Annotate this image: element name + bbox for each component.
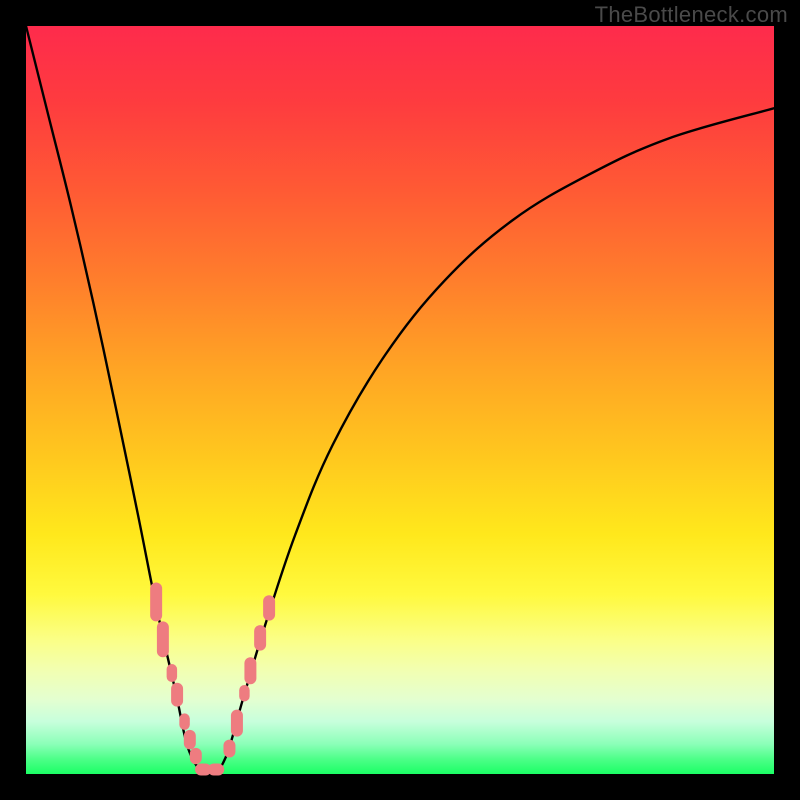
- data-marker: [208, 764, 224, 776]
- data-marker: [167, 664, 177, 682]
- data-marker: [223, 740, 235, 758]
- curve-right-branch: [217, 108, 774, 774]
- data-marker: [244, 657, 256, 684]
- chart-frame: TheBottleneck.com: [0, 0, 800, 800]
- plot-area: [26, 26, 774, 774]
- data-marker: [179, 713, 189, 729]
- chart-svg: [26, 26, 774, 774]
- marker-group: [223, 595, 275, 757]
- data-marker: [263, 595, 275, 620]
- data-marker: [231, 710, 243, 737]
- data-marker: [254, 625, 266, 650]
- data-marker: [157, 621, 169, 657]
- data-marker: [239, 685, 249, 701]
- data-marker: [184, 730, 196, 749]
- curve-left-branch: [26, 26, 206, 774]
- watermark-text: TheBottleneck.com: [595, 2, 788, 28]
- marker-group: [150, 583, 224, 776]
- data-marker: [190, 748, 202, 764]
- data-marker: [171, 683, 183, 707]
- data-marker: [150, 583, 162, 622]
